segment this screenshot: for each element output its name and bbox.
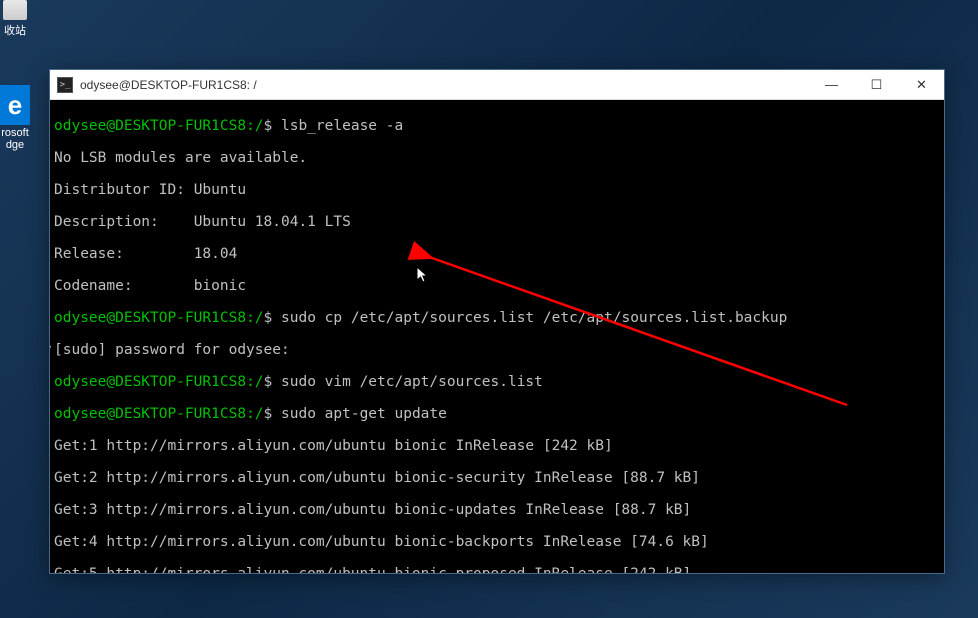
terminal-line: Description: Ubuntu 18.04.1 LTS <box>54 214 940 230</box>
terminal-line: odysee@DESKTOP-FUR1CS8:/$ sudo cp /etc/a… <box>54 310 940 326</box>
recycle-bin-label: 收站 <box>4 25 26 37</box>
terminal-line: Release: 18.04 <box>54 246 940 262</box>
terminal-line: Get:4 http://mirrors.aliyun.com/ubuntu b… <box>54 534 940 550</box>
terminal-line: Get:2 http://mirrors.aliyun.com/ubuntu b… <box>54 470 940 486</box>
terminal-line: No LSB modules are available. <box>54 150 940 166</box>
bash-icon: >_ <box>57 77 73 93</box>
recycle-bin-icon <box>3 0 27 20</box>
terminal-line: v[sudo] password for odysee: <box>54 342 940 358</box>
terminal-line: odysee@DESKTOP-FUR1CS8:/$ sudo vim /etc/… <box>54 374 940 390</box>
terminal-line: Get:3 http://mirrors.aliyun.com/ubuntu b… <box>54 502 940 518</box>
terminal-line: Codename: bionic <box>54 278 940 294</box>
terminal-window: >_ odysee@DESKTOP-FUR1CS8: / — ☐ ✕ odyse… <box>49 69 945 574</box>
window-controls: — ☐ ✕ <box>809 70 944 99</box>
edge-label: rosoft dge <box>0 127 30 151</box>
terminal-line: Get:5 http://mirrors.aliyun.com/ubuntu b… <box>54 566 940 573</box>
terminal-line: Get:1 http://mirrors.aliyun.com/ubuntu b… <box>54 438 940 454</box>
desktop-icon-recycle-bin[interactable]: 收站 <box>0 0 30 38</box>
desktop-icon-edge[interactable]: e rosoft dge <box>0 85 30 151</box>
edge-icon: e <box>0 85 30 125</box>
terminal-line: odysee@DESKTOP-FUR1CS8:/$ lsb_release -a <box>54 118 940 134</box>
terminal-line: Distributor ID: Ubuntu <box>54 182 940 198</box>
minimize-button[interactable]: — <box>809 70 854 99</box>
close-button[interactable]: ✕ <box>899 70 944 99</box>
window-title: odysee@DESKTOP-FUR1CS8: / <box>80 78 809 92</box>
terminal-line: odysee@DESKTOP-FUR1CS8:/$ sudo apt-get u… <box>54 406 940 422</box>
titlebar[interactable]: >_ odysee@DESKTOP-FUR1CS8: / — ☐ ✕ <box>50 70 944 100</box>
terminal-body[interactable]: odysee@DESKTOP-FUR1CS8:/$ lsb_release -a… <box>50 100 944 573</box>
maximize-button[interactable]: ☐ <box>854 70 899 99</box>
